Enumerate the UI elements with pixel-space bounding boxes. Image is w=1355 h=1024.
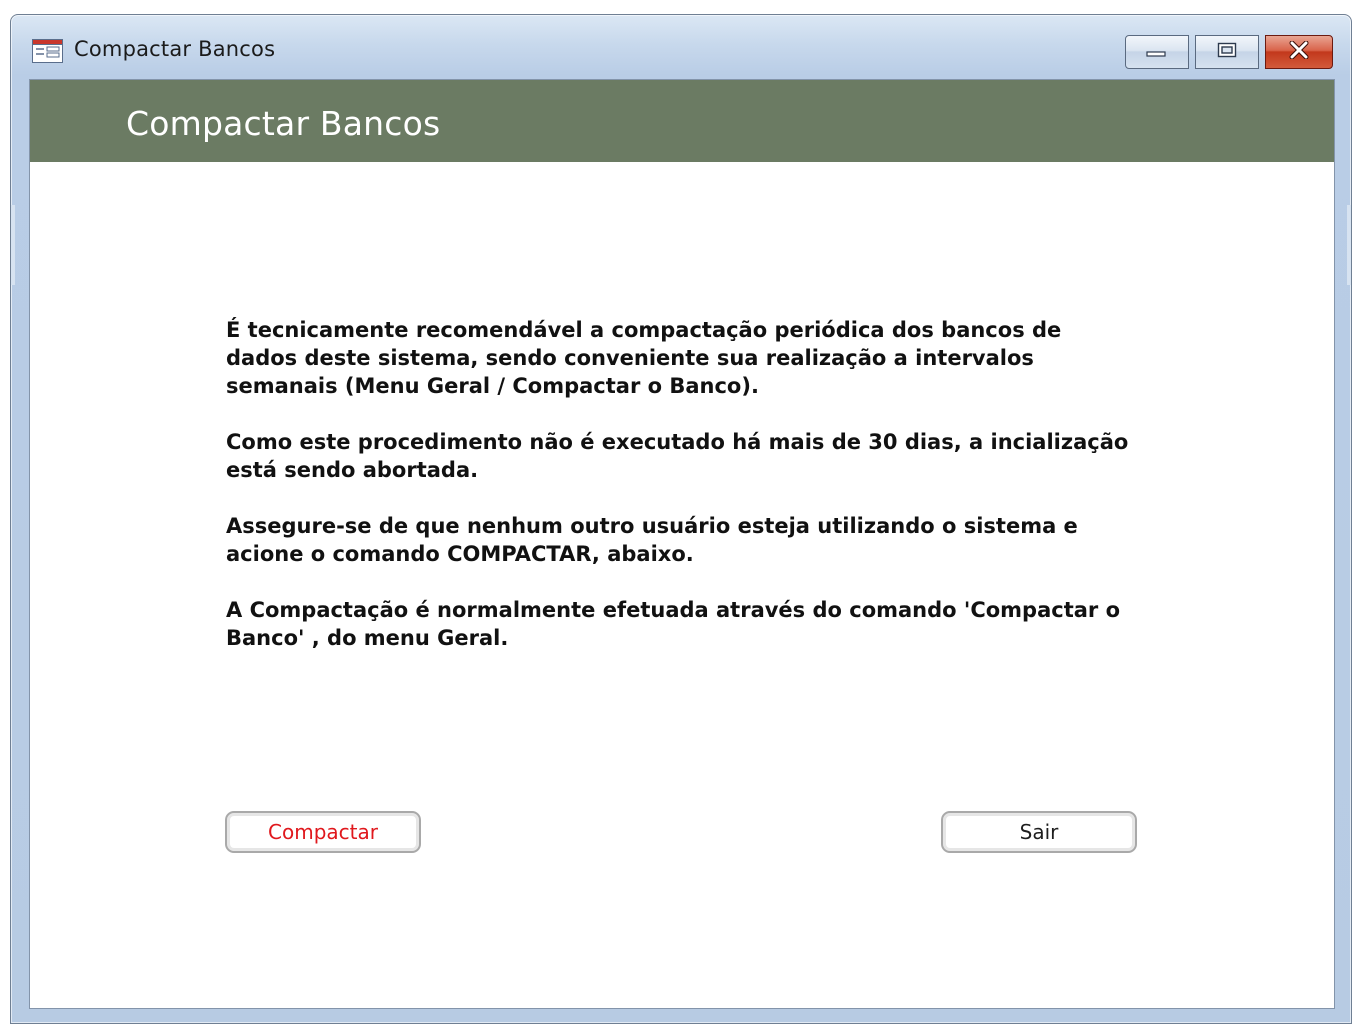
compactar-button[interactable]: Compactar xyxy=(225,811,421,853)
message-paragraph-2: Como este procedimento não é executado h… xyxy=(226,430,1129,482)
close-icon xyxy=(1288,40,1310,63)
message-text: É tecnicamente recomendável a compactaçã… xyxy=(226,316,1136,680)
close-button[interactable] xyxy=(1265,35,1333,69)
message-paragraph-3: Assegure-se de que nenhum outro usuário … xyxy=(226,514,1078,566)
message-paragraph-4: A Compactação é normalmente efetuada atr… xyxy=(226,598,1121,650)
sair-button[interactable]: Sair xyxy=(941,811,1137,853)
maximize-icon xyxy=(1217,42,1237,62)
minimize-button[interactable] xyxy=(1125,35,1189,69)
window-title: Compactar Bancos xyxy=(74,37,276,61)
form-header: Compactar Bancos xyxy=(30,80,1334,162)
form-title: Compactar Bancos xyxy=(126,104,441,143)
dialog-window: Compactar Bancos Compactar Bancos É tecn… xyxy=(10,14,1352,1024)
window-border-left xyxy=(11,205,15,285)
form-body: Compactar Bancos É tecnicamente recomend… xyxy=(29,79,1335,1009)
title-bar[interactable]: Compactar Bancos xyxy=(11,15,1351,79)
message-paragraph-1: É tecnicamente recomendável a compactaçã… xyxy=(226,318,1062,398)
window-border-right xyxy=(1347,205,1351,285)
maximize-button[interactable] xyxy=(1195,35,1259,69)
minimize-icon xyxy=(1146,43,1168,62)
form-icon xyxy=(32,39,63,63)
